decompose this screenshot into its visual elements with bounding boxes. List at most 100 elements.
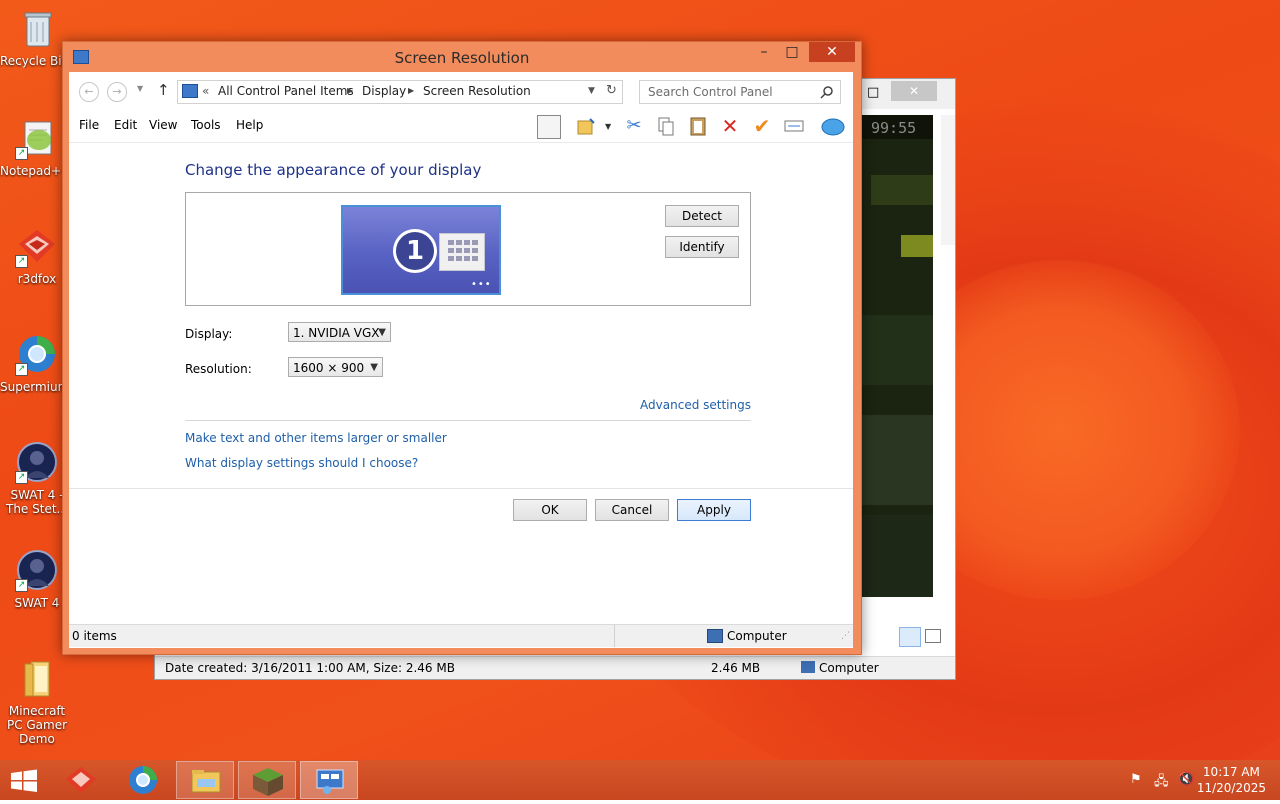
shortcut-arrow-icon: ↗ — [15, 147, 28, 160]
shortcut-arrow-icon: ↗ — [15, 579, 28, 592]
monitor-1-tile[interactable]: 1 ••• — [341, 205, 501, 295]
supermium-icon: ↗ — [15, 332, 59, 376]
breadcrumb-all-control-panel-items[interactable]: All Control Panel Items — [218, 84, 354, 98]
advanced-settings-link[interactable]: Advanced settings — [640, 398, 751, 412]
network-icon[interactable]: 🖧 — [1154, 772, 1169, 794]
folder-options-icon[interactable] — [575, 115, 597, 137]
resolution-select[interactable]: 1600 × 900 ▼ — [288, 357, 383, 377]
paste-icon[interactable] — [687, 115, 709, 137]
minimize-button[interactable]: – — [751, 42, 777, 62]
flag-icon[interactable]: ⚑ — [1130, 772, 1142, 787]
details-view-icon[interactable] — [899, 627, 921, 647]
apply-button[interactable]: Apply — [677, 499, 751, 521]
r3dfox-icon — [66, 767, 96, 793]
computer-icon — [707, 629, 723, 643]
file-explorer-icon — [191, 770, 221, 793]
display-select[interactable]: 1. NVIDIA VGX ▼ — [288, 322, 391, 342]
folder-options-dropdown-icon[interactable]: ▼ — [605, 122, 611, 131]
breadcrumb-screen-resolution[interactable]: Screen Resolution — [423, 84, 531, 98]
title-bar[interactable]: Screen Resolution – □ ✕ — [63, 42, 861, 72]
search-input[interactable]: Search Control Panel — [648, 85, 773, 99]
background-window-titlebar: □ ✕ — [855, 79, 955, 109]
display-select-value: 1. NVIDIA VGX — [293, 326, 380, 340]
r3dfox-icon: ↗ — [15, 224, 59, 268]
breadcrumb-chevron-icon[interactable]: ▶ — [347, 86, 353, 95]
display-help-link[interactable]: What display settings should I choose? — [185, 456, 418, 470]
swat4-stetchkov-icon: ↗ — [15, 440, 59, 484]
address-dropdown-icon[interactable]: ▼ — [588, 86, 595, 96]
menu-edit[interactable]: Edit — [114, 118, 137, 132]
menu-help[interactable]: Help — [236, 118, 263, 132]
layout-pane-icon[interactable] — [537, 115, 561, 139]
folder-icon — [15, 656, 59, 700]
taskbar-supermium[interactable] — [114, 761, 172, 799]
up-button[interactable]: ↑ — [157, 81, 170, 99]
internet-globe-icon[interactable] — [821, 115, 845, 137]
status-bar: 0 items Computer ⋰ — [69, 624, 853, 647]
breadcrumb-chevron-icon[interactable]: ▶ — [408, 86, 414, 95]
start-button[interactable] — [0, 761, 48, 799]
maximize-button[interactable]: □ — [779, 42, 805, 62]
close-button[interactable]: ✕ — [809, 42, 855, 62]
desktop-icon-label: Recycle Bin — [0, 54, 62, 68]
clock-time: 10:17 AM — [1202, 765, 1260, 779]
control-panel-icon — [182, 84, 198, 98]
page-heading: Change the appearance of your display — [185, 161, 482, 179]
forward-button[interactable]: → — [107, 82, 127, 102]
taskbar-file-explorer[interactable] — [176, 761, 234, 799]
back-button[interactable]: ← — [79, 82, 99, 102]
detect-button[interactable]: Detect — [665, 205, 739, 227]
breadcrumb-display[interactable]: Display — [362, 84, 406, 98]
menu-view[interactable]: View — [149, 118, 177, 132]
location-text: Computer — [819, 661, 879, 675]
supermium-icon — [129, 766, 157, 794]
taskbar-minecraft[interactable] — [238, 761, 296, 799]
menu-tools[interactable]: Tools — [191, 118, 221, 132]
text-size-link[interactable]: Make text and other items larger or smal… — [185, 431, 447, 445]
identify-button[interactable]: Identify — [665, 236, 739, 258]
taskbar: ⚑ 🖧 🔇 10:17 AM 11/20/2025 — [0, 760, 1280, 800]
resize-grip-icon[interactable]: ⋰ — [841, 631, 850, 641]
background-close-button[interactable]: ✕ — [891, 81, 937, 101]
desktop-icon-label: Minecraft PC Gamer Demo — [6, 704, 68, 746]
refresh-icon[interactable]: ↻ — [606, 83, 617, 98]
preview-timer: 99:55 — [871, 119, 917, 137]
copy-icon[interactable] — [655, 115, 677, 137]
breadcrumb-overflow[interactable]: « — [202, 84, 209, 98]
large-icons-view-icon[interactable] — [925, 629, 941, 643]
search-box[interactable]: Search Control Panel — [639, 80, 841, 104]
ok-button[interactable]: OK — [513, 499, 587, 521]
background-scrollbar[interactable] — [941, 115, 955, 245]
clock-date: 11/20/2025 — [1196, 781, 1266, 795]
address-bar-row: ← → ▼ ↑ « All Control Panel Items ▶ Disp… — [69, 72, 853, 108]
recent-pages-dropdown-icon[interactable]: ▼ — [137, 84, 143, 93]
divider — [69, 488, 853, 489]
menu-bar: File Edit View Tools Help ▼ ✂ ✕ ✔ — [69, 108, 853, 142]
items-count: 0 items — [72, 629, 117, 643]
volume-muted-icon[interactable]: 🔇 — [1178, 772, 1194, 787]
monitor-grid-icon — [439, 233, 485, 271]
shortcut-arrow-icon: ↗ — [15, 471, 28, 484]
status-location: Computer — [727, 629, 787, 643]
file-size-text: 2.46 MB — [711, 661, 761, 675]
search-icon[interactable] — [820, 85, 834, 99]
window-title: Screen Resolution — [394, 49, 530, 67]
background-maximize-button[interactable]: □ — [867, 85, 879, 100]
screen-resolution-window[interactable]: Screen Resolution – □ ✕ ← → ▼ ↑ « All Co… — [62, 41, 862, 655]
taskbar-r3dfox[interactable] — [52, 761, 110, 799]
minecraft-grass-block-icon — [253, 768, 283, 796]
cancel-button[interactable]: Cancel — [595, 499, 669, 521]
desktop-icon-minecraft-folder[interactable]: Minecraft PC Gamer Demo — [0, 656, 74, 746]
cut-icon[interactable]: ✂ — [623, 115, 645, 137]
address-box[interactable]: « All Control Panel Items ▶ Display ▶ Sc… — [177, 80, 623, 104]
taskbar-screen-resolution[interactable] — [300, 761, 358, 799]
background-status-bar: Date created: 3/16/2011 1:00 AM, Size: 2… — [155, 656, 955, 679]
delete-icon[interactable]: ✕ — [719, 115, 741, 137]
menu-file[interactable]: File — [79, 118, 99, 132]
properties-check-icon[interactable]: ✔ — [751, 115, 773, 137]
rename-icon[interactable] — [783, 115, 805, 137]
resolution-select-value: 1600 × 900 — [293, 361, 365, 375]
content-area: Change the appearance of your display 1 … — [69, 142, 853, 648]
divider — [185, 420, 751, 421]
clock[interactable]: 10:17 AM 11/20/2025 — [1197, 764, 1266, 796]
